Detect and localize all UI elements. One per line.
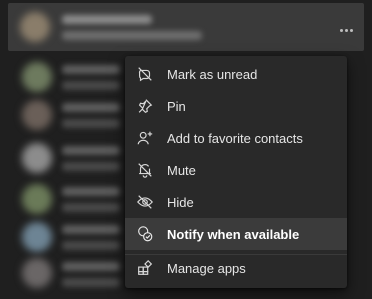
menu-item-mark-as-unread[interactable]: Mark as unread — [125, 58, 347, 90]
avatar — [22, 100, 52, 130]
blurred-contact-name — [62, 15, 152, 24]
blurred-last-message — [62, 241, 120, 250]
add-contact-icon — [135, 128, 155, 148]
blurred-contact-name — [62, 187, 120, 196]
mark-unread-icon — [135, 64, 155, 84]
menu-item-notify-when-available[interactable]: Notify when available — [125, 218, 347, 250]
menu-item-hide[interactable]: Hide — [125, 186, 347, 218]
menu-item-label: Add to favorite contacts — [167, 130, 303, 146]
notify-available-icon — [135, 224, 155, 244]
mute-bell-icon — [135, 160, 155, 180]
menu-item-label: Manage apps — [167, 260, 246, 276]
chat-list-item-selected[interactable] — [8, 3, 364, 51]
avatar — [22, 258, 52, 288]
pin-icon — [135, 96, 155, 116]
menu-item-add-to-favorite-contacts[interactable]: Add to favorite contacts — [125, 122, 347, 154]
blurred-contact-name — [62, 65, 120, 74]
avatar — [22, 62, 52, 92]
avatar — [22, 143, 52, 173]
blurred-last-message — [62, 162, 120, 171]
context-menu: Mark as unread Pin Add to favorite conta… — [125, 56, 347, 288]
avatar — [20, 12, 50, 42]
menu-item-manage-apps[interactable]: Manage apps — [125, 252, 347, 284]
avatar — [22, 222, 52, 252]
menu-item-mute[interactable]: Mute — [125, 154, 347, 186]
menu-item-label: Hide — [167, 194, 194, 210]
blurred-last-message — [62, 119, 120, 128]
blurred-last-message — [62, 203, 120, 212]
blurred-last-message — [62, 31, 202, 40]
apps-icon — [135, 258, 155, 278]
blurred-last-message — [62, 81, 120, 90]
avatar — [22, 184, 52, 214]
menu-item-label: Mark as unread — [167, 66, 258, 82]
menu-item-pin[interactable]: Pin — [125, 90, 347, 122]
blurred-contact-name — [62, 225, 120, 234]
more-options-button[interactable] — [334, 20, 358, 40]
blurred-last-message — [62, 278, 120, 287]
blurred-contact-name — [62, 103, 120, 112]
blurred-contact-name — [62, 262, 120, 271]
blurred-contact-name — [62, 146, 120, 155]
menu-item-label: Notify when available — [167, 226, 300, 242]
menu-item-label: Pin — [167, 98, 186, 114]
menu-item-label: Mute — [167, 162, 196, 178]
hide-eye-icon — [135, 192, 155, 212]
